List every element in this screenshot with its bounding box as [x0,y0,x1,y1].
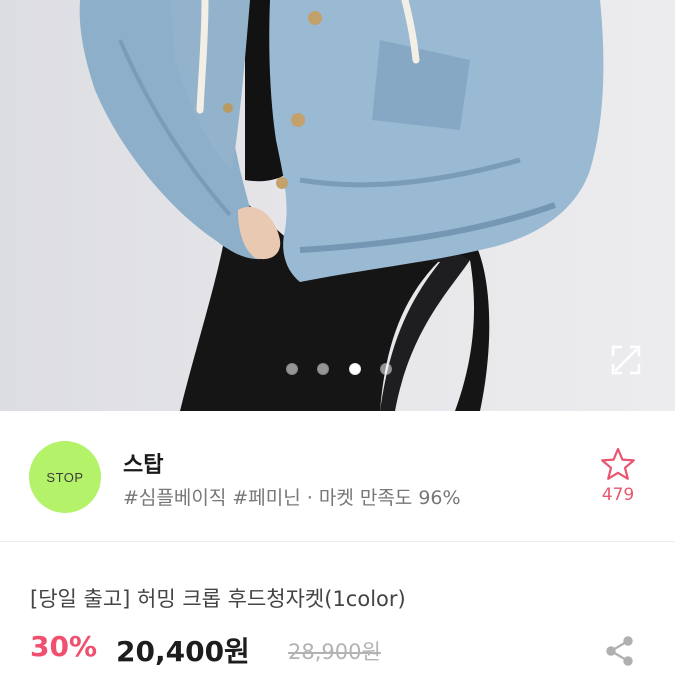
sale-price: 20,400원 [116,635,250,668]
star-outline-icon [601,447,635,480]
carousel-dot[interactable] [317,363,329,375]
product-photo [79,0,604,411]
original-price: 28,900원 [288,640,381,664]
discount-rate: 30% [30,630,98,663]
expand-button[interactable] [610,344,642,376]
carousel-indicator [0,363,675,377]
share-button[interactable] [604,635,636,667]
carousel-dot-active[interactable] [349,363,361,375]
shop-info[interactable]: STOP 스탑 #심플베이직 #페미닌 · 마켓 만족도 96% 479 [0,411,675,541]
product-title: [당일 출고] 허밍 크롭 후드청자켓(1color) [30,587,406,611]
carousel-dot[interactable] [286,363,298,375]
shop-name[interactable]: 스탑 [123,447,163,479]
shop-logo-text: STOP [46,469,84,485]
share-icon [606,636,633,666]
shop-tags: #심플베이직 #페미닌 · 마켓 만족도 96% [123,487,461,509]
favorite-button[interactable]: 479 [596,447,640,517]
carousel-dot[interactable] [380,363,392,375]
product-image-carousel[interactable] [0,0,675,411]
shop-logo[interactable]: STOP [29,441,101,513]
section-divider [0,541,675,542]
favorite-count: 479 [601,485,635,505]
expand-icon [611,345,641,375]
